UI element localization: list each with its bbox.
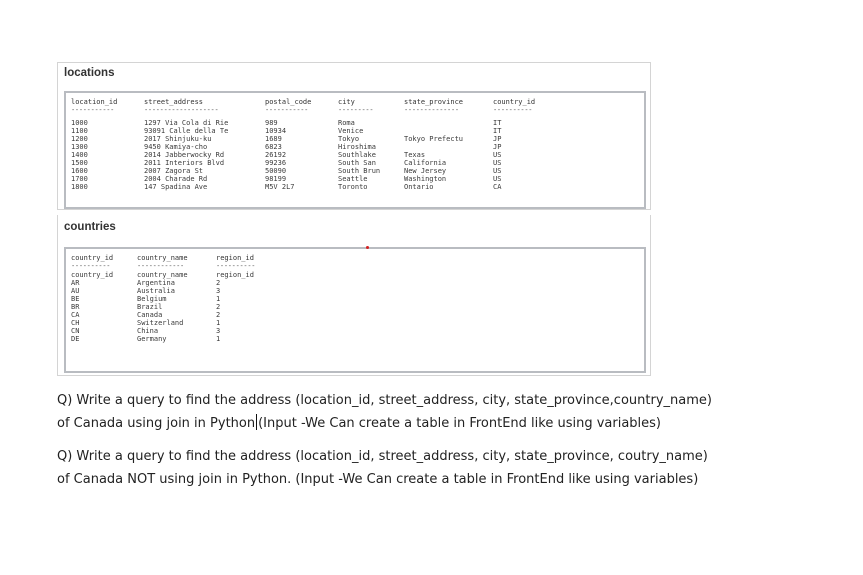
locations-panel: locations location_id street_address pos… bbox=[57, 62, 651, 210]
question-1: Q) Write a query to find the address (lo… bbox=[57, 389, 847, 435]
table-cell: DE bbox=[71, 335, 80, 343]
locations-grid: location_id street_address postal_code c… bbox=[64, 91, 646, 209]
dash-separator: ----------- bbox=[71, 106, 115, 114]
countries-panel: countries country_id country_name region… bbox=[57, 215, 651, 376]
red-dot-marker bbox=[366, 246, 369, 249]
countries-table-row: DE Germany 1 bbox=[66, 334, 644, 344]
text-cursor-icon bbox=[256, 414, 258, 430]
countries-title: countries bbox=[64, 221, 116, 233]
countries-grid: country_id country_name region_id ------… bbox=[64, 247, 646, 373]
table-cell: Germany bbox=[137, 335, 167, 343]
question-1-text-b: (Input -We Can create a table in FrontEn… bbox=[258, 416, 661, 431]
table-cell: Ontario bbox=[404, 183, 434, 191]
question-2-line-2: of Canada NOT using join in Python. (Inp… bbox=[57, 472, 699, 487]
table-cell: 147 Spadina Ave bbox=[144, 183, 208, 191]
dash-separator: ----------- bbox=[265, 106, 309, 114]
table-cell: M5V 2L7 bbox=[265, 183, 295, 191]
question-1-line-2: of Canada using join in Python (Input -We… bbox=[57, 412, 847, 435]
dash-separator: ---------- bbox=[493, 106, 533, 114]
table-cell: Toronto bbox=[338, 183, 368, 191]
dash-separator: -------------- bbox=[404, 106, 459, 114]
question-2: Q) Write a query to find the address (lo… bbox=[57, 445, 847, 491]
question-2-line-1: Q) Write a query to find the address (lo… bbox=[57, 449, 708, 464]
dash-separator: --------- bbox=[338, 106, 374, 114]
locations-table-row: 1800 147 Spadina Ave M5V 2L7 Toronto Ontario… bbox=[66, 182, 644, 192]
questions-section: Q) Write a query to find the address (lo… bbox=[57, 389, 847, 501]
locations-dash-row: ----------- ------------------- --------… bbox=[66, 105, 644, 115]
question-1-line-1: Q) Write a query to find the address (lo… bbox=[57, 393, 712, 408]
question-1-text-a: of Canada using join in Python bbox=[57, 416, 256, 431]
dash-separator: ------------------- bbox=[144, 106, 219, 114]
table-cell: 1800 bbox=[71, 183, 88, 191]
table-cell: CA bbox=[493, 183, 502, 191]
table-cell: 1 bbox=[216, 335, 221, 343]
locations-title: locations bbox=[64, 67, 115, 79]
